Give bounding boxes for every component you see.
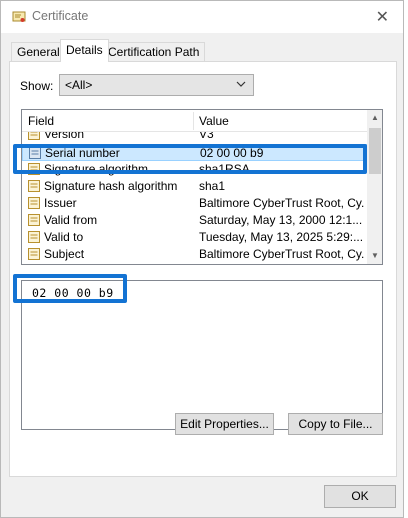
field-value: Baltimore CyberTrust Root, Cy... — [199, 247, 365, 261]
list-item[interactable]: Valid from Saturday, May 13, 2000 12:1..… — [22, 212, 367, 229]
show-label: Show: — [20, 79, 54, 93]
scrollbar-thumb[interactable] — [369, 128, 381, 174]
field-name: Version — [44, 132, 85, 141]
field-name: Subject — [44, 247, 85, 261]
list-item[interactable]: Signature algorithm sha1RSA — [22, 161, 367, 178]
list-item[interactable]: Signature hash algorithm sha1 — [22, 178, 367, 195]
show-dropdown[interactable]: <All> — [59, 74, 254, 96]
field-value-text[interactable]: 02 00 00 b9 — [32, 286, 114, 300]
close-icon[interactable]: ✕ — [376, 7, 389, 27]
field-name: Issuer — [44, 196, 77, 210]
list-item[interactable]: Issuer Baltimore CyberTrust Root, Cy... — [22, 195, 367, 212]
certificate-field-icon — [29, 147, 41, 159]
certificate-field-icon — [28, 231, 40, 243]
list-scrollbar[interactable]: ▲ ▼ — [367, 110, 382, 264]
field-name: Valid to — [44, 230, 84, 244]
background-window-edge — [404, 0, 408, 518]
tab-general[interactable]: General — [11, 42, 66, 61]
list-body: Version V3 Serial number 02 00 00 b9 Sig… — [22, 132, 367, 264]
fields-list[interactable]: Field Value Version V3 Serial number 02 … — [21, 109, 383, 265]
certificate-field-icon — [28, 248, 40, 260]
field-value: sha1RSA — [199, 162, 250, 176]
certificate-dialog: Certificate ✕ General Details Certificat… — [0, 0, 404, 518]
certificate-icon — [12, 11, 26, 22]
chevron-down-icon — [236, 81, 246, 87]
column-field[interactable]: Field — [28, 114, 54, 128]
list-item[interactable]: Subject Baltimore CyberTrust Root, Cy... — [22, 246, 367, 263]
certificate-field-icon — [28, 132, 40, 140]
window-title: Certificate — [32, 9, 89, 23]
ok-button[interactable]: OK — [324, 485, 396, 508]
list-header: Field Value — [22, 110, 367, 132]
list-item[interactable]: Valid to Tuesday, May 13, 2025 5:29:... — [22, 229, 367, 246]
tab-certification-path[interactable]: Certification Path — [102, 42, 206, 61]
field-value: V3 — [199, 132, 214, 141]
tab-details[interactable]: Details — [60, 39, 109, 62]
field-name: Valid from — [44, 213, 98, 227]
field-name: Signature algorithm — [44, 162, 149, 176]
column-value[interactable]: Value — [199, 114, 229, 128]
certificate-field-icon — [28, 214, 40, 226]
scroll-down-icon[interactable]: ▼ — [367, 248, 382, 264]
field-value: Saturday, May 13, 2000 12:1... — [199, 213, 363, 227]
title-bar: Certificate ✕ — [1, 1, 403, 33]
edit-properties-button[interactable]: Edit Properties... — [175, 413, 274, 435]
list-item-selected[interactable]: Serial number 02 00 00 b9 — [22, 144, 367, 161]
column-divider[interactable] — [193, 112, 194, 130]
field-name: Serial number — [45, 146, 120, 160]
copy-to-file-button[interactable]: Copy to File... — [288, 413, 383, 435]
field-value: Tuesday, May 13, 2025 5:29:... — [199, 230, 364, 244]
field-value-box[interactable]: 02 00 00 b9 — [21, 280, 383, 430]
details-panel: Show: <All> Field Value Version V3 Seria… — [9, 61, 397, 477]
field-value: sha1 — [199, 179, 226, 193]
scroll-up-icon[interactable]: ▲ — [367, 110, 382, 126]
field-value: 02 00 00 b9 — [200, 146, 264, 160]
certificate-field-icon — [28, 180, 40, 192]
field-value: Baltimore CyberTrust Root, Cy... — [199, 196, 365, 210]
field-name: Signature hash algorithm — [44, 179, 178, 193]
certificate-field-icon — [28, 163, 40, 175]
list-item[interactable]: Version V3 — [22, 132, 367, 143]
show-selected-value: <All> — [65, 78, 93, 92]
certificate-field-icon — [28, 197, 40, 209]
